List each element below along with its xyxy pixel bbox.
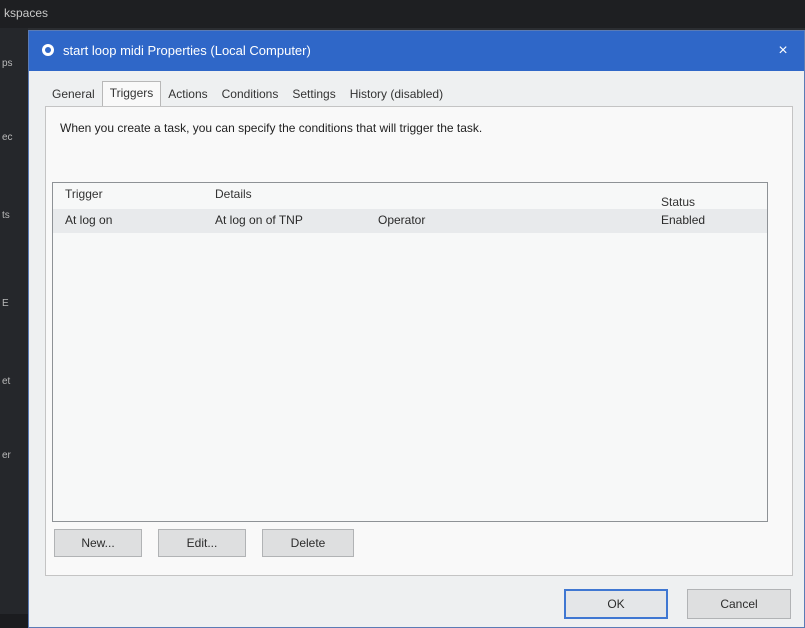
background-fragment: ts (2, 210, 10, 221)
new-trigger-button[interactable]: New... (54, 529, 142, 557)
tab-strip: General Triggers Actions Conditions Sett… (45, 81, 450, 107)
row-details: At log on of TNP (215, 213, 303, 227)
background-fragment: ps (2, 58, 13, 69)
column-header-status[interactable]: Status (661, 195, 695, 209)
tab-settings[interactable]: Settings (285, 83, 342, 107)
table-row[interactable]: At log on At log on of TNP Operator Enab… (53, 209, 767, 233)
background-side-panel: ps ec ts E et er (0, 28, 28, 628)
column-header-details[interactable]: Details (215, 187, 252, 201)
background-taskbar-label: kspaces (4, 6, 49, 20)
edit-trigger-button[interactable]: Edit... (158, 529, 246, 557)
title-bar[interactable]: start loop midi Properties (Local Comput… (29, 31, 804, 71)
tab-conditions[interactable]: Conditions (215, 83, 286, 107)
tab-actions[interactable]: Actions (161, 83, 214, 107)
ok-button[interactable]: OK (564, 589, 668, 619)
task-properties-dialog: start loop midi Properties (Local Comput… (28, 30, 805, 628)
close-button[interactable]: × (762, 31, 804, 71)
tab-general[interactable]: General (45, 83, 102, 107)
tab-triggers[interactable]: Triggers (101, 81, 162, 107)
triggers-description: When you create a task, you can specify … (60, 121, 483, 135)
column-header-trigger[interactable]: Trigger (65, 187, 103, 201)
tab-history[interactable]: History (disabled) (343, 83, 450, 107)
triggers-panel: When you create a task, you can specify … (45, 106, 793, 576)
trigger-list[interactable]: Trigger Details Status At log on At log … (52, 182, 768, 522)
window-title: start loop midi Properties (Local Comput… (63, 43, 311, 58)
background-taskbar: kspaces (0, 0, 805, 28)
row-details-user: Operator (378, 213, 426, 227)
delete-trigger-button[interactable]: Delete (262, 529, 354, 557)
background-fragment: er (2, 450, 11, 461)
cancel-button[interactable]: Cancel (687, 589, 791, 619)
row-status: Enabled (661, 213, 706, 227)
background-fragment: et (2, 376, 11, 387)
task-scheduler-icon (42, 44, 54, 56)
row-trigger: At log on (65, 213, 113, 227)
background-fragment: E (2, 298, 9, 309)
background-fragment: ec (2, 132, 13, 143)
